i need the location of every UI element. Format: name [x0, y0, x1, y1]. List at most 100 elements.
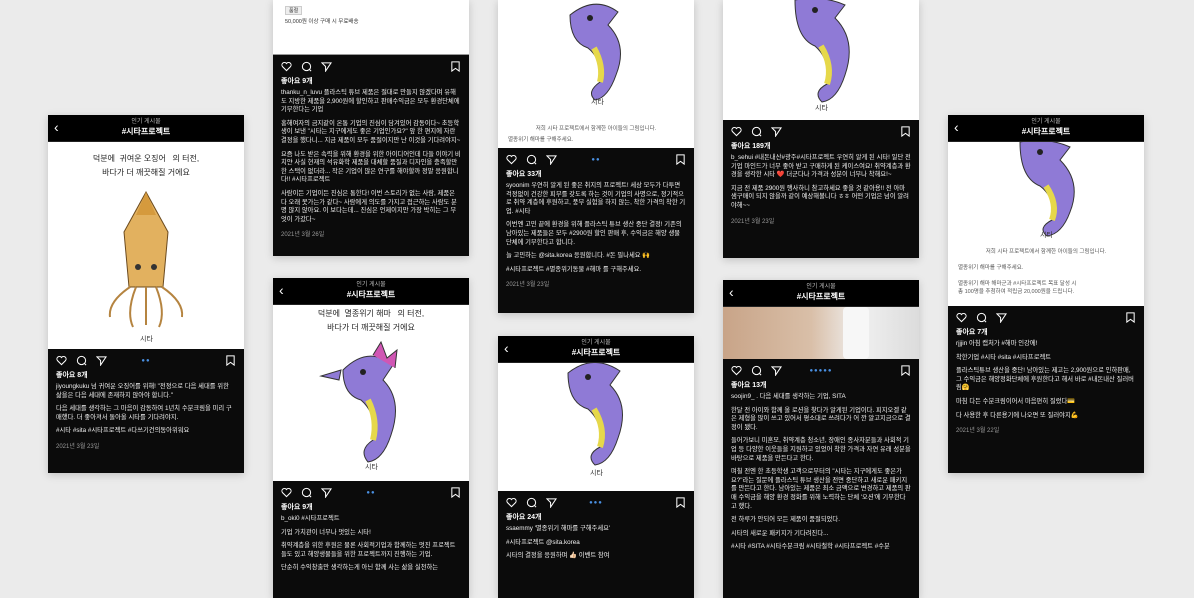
carousel-dots: ●●	[141, 358, 151, 364]
header-title: #시타프로젝트	[346, 290, 396, 299]
share-icon[interactable]	[771, 126, 782, 137]
comment-icon[interactable]	[751, 365, 762, 376]
header-title: #시타프로젝트	[121, 127, 171, 136]
share-icon[interactable]	[96, 355, 107, 366]
comment-icon[interactable]	[526, 154, 537, 165]
drawing-signature: 시타	[140, 335, 153, 343]
share-icon[interactable]	[321, 61, 332, 72]
action-bar: ●●●	[498, 491, 694, 513]
drawing-signature: 시타	[590, 469, 603, 477]
likes-count: 좋아요 7개	[956, 329, 988, 336]
bookmark-icon[interactable]	[450, 487, 461, 498]
likes-count: 좋아요 33개	[506, 171, 542, 178]
post-card-product[interactable]: 품절 50,000원 이상 구매 시 무료배송 좋아요 9개 thanku_n_…	[273, 0, 469, 256]
heart-icon[interactable]	[956, 312, 967, 323]
heart-icon[interactable]	[731, 126, 742, 137]
back-arrow-icon[interactable]: ‹	[54, 120, 59, 134]
share-icon[interactable]	[771, 365, 782, 376]
bookmark-icon[interactable]	[675, 154, 686, 165]
share-icon[interactable]	[546, 154, 557, 165]
header-title: #시타프로젝트	[1021, 127, 1071, 136]
post-caption: ssaemmy '멸종위기 해마를 구해주세요' #시타프로젝트 @sita.k…	[506, 525, 611, 560]
squid-drawing	[108, 190, 184, 328]
post-image-squid: 덕분에 귀여운 오징어 의 터전, 바다가 더 깨끗해질 거에요 시타	[48, 142, 244, 349]
action-bar: ●●	[273, 481, 469, 503]
post-date: 2021년 3월 23일	[506, 282, 550, 289]
seahorse-drawing	[319, 340, 398, 463]
bookmark-icon[interactable]	[675, 497, 686, 508]
action-bar: ●●	[48, 349, 244, 371]
post-image-seahorse: 시타	[498, 363, 694, 491]
comment-icon[interactable]	[301, 487, 312, 498]
post-card-squid[interactable]: ‹ 인기 게시물 #시타프로젝트 덕분에 귀여운 오징어 의 터전, 바다가 더…	[48, 115, 244, 473]
header-title: #시타프로젝트	[796, 292, 846, 301]
notice-line: 멸종위기 해마를 구해주세요.	[958, 265, 1024, 271]
post-header: ‹ 인기 게시물 #시타프로젝트	[498, 336, 694, 363]
bookmark-icon[interactable]	[450, 61, 461, 72]
heart-icon[interactable]	[281, 61, 292, 72]
header-subtitle: 인기 게시물	[581, 340, 611, 346]
back-arrow-icon[interactable]: ‹	[279, 283, 284, 297]
drawing-signature: 시타	[365, 463, 378, 471]
carousel-dots: ●●	[591, 157, 601, 163]
post-caption: rjjjin 아침 캡처가 #해마 인강에! 착한기업 #시타 #sita #시…	[956, 340, 1134, 419]
post-card-seahorse-3[interactable]: 시타 좋아요 189개 b_sehui #내돈내산#광주#시타프로젝트 우연히 …	[723, 0, 919, 258]
share-icon[interactable]	[321, 487, 332, 498]
action-bar	[723, 120, 919, 142]
bookmark-icon[interactable]	[1125, 312, 1136, 323]
action-bar: ●●	[498, 148, 694, 170]
notice-line: 멸종위기 해마를 구해주세요.	[508, 137, 574, 143]
share-icon[interactable]	[546, 497, 557, 508]
post-card-seahorse-text[interactable]: ‹ 인기 게시물 #시타프로젝트 덕분에 멸종위기 해마 의 터전, 바다가 더…	[273, 278, 469, 598]
action-bar	[273, 55, 469, 77]
back-arrow-icon[interactable]: ‹	[954, 120, 959, 134]
drawing-signature: 시타	[815, 104, 828, 112]
bookmark-icon[interactable]	[225, 355, 236, 366]
post-caption: b_sehui #내돈내산#광주#시타프로젝트 우연히 알게 된 시타! 일단 …	[731, 154, 911, 209]
product-info: 품절 50,000원 이상 구매 시 무료배송	[273, 0, 469, 42]
heart-icon[interactable]	[281, 487, 292, 498]
heart-icon[interactable]	[56, 355, 67, 366]
back-arrow-icon[interactable]: ‹	[729, 285, 734, 299]
post-date: 2021년 3월 23일	[731, 218, 775, 225]
likes-count: 좋아요 24개	[506, 514, 542, 521]
comment-icon[interactable]	[751, 126, 762, 137]
heart-icon[interactable]	[506, 497, 517, 508]
post-header: ‹ 인기 게시물 #시타프로젝트	[723, 280, 919, 307]
post-header: ‹ 인기 게시물 #시타프로젝트	[948, 115, 1144, 142]
heart-icon[interactable]	[506, 154, 517, 165]
heart-icon[interactable]	[731, 365, 742, 376]
likes-count: 좋아요 189개	[731, 143, 771, 150]
seahorse-drawing	[569, 3, 621, 101]
comment-icon[interactable]	[526, 497, 537, 508]
notice-line: 멸종위기 해마 해마군과 #시타프로젝트 목표 달성 시	[958, 281, 1077, 287]
header-subtitle: 인기 게시물	[356, 282, 386, 288]
post-image-seahorse: 덕분에 멸종위기 해마 의 터전, 바다가 더 깨끗해질 거에요 시타	[273, 305, 469, 481]
post-card-photo[interactable]: ‹ 인기 게시물 #시타프로젝트 ●●●●● 좋아요 13개 soojin9_ …	[723, 280, 919, 598]
post-photo-product-hand	[723, 307, 919, 359]
header-title: #시타프로젝트	[571, 348, 621, 357]
share-icon[interactable]	[996, 312, 1007, 323]
likes-count: 좋아요 9개	[281, 504, 313, 511]
post-header: ‹ 인기 게시물 #시타프로젝트	[273, 278, 469, 305]
comment-icon[interactable]	[976, 312, 987, 323]
drawing-signature: 시타	[1040, 231, 1053, 239]
post-card-seahorse-4[interactable]: ‹ 인기 게시물 #시타프로젝트 시타 저희 시타 프로젝트에서 함께한 아이들…	[948, 115, 1144, 473]
notice-line: 저희 시타 프로젝트에서 함께한 아이들의 그림입니다.	[535, 126, 657, 132]
back-arrow-icon[interactable]: ‹	[504, 341, 509, 355]
bookmark-icon[interactable]	[900, 365, 911, 376]
comment-icon[interactable]	[301, 61, 312, 72]
drawing-signature: 시타	[591, 98, 604, 106]
post-card-notice[interactable]: 시타 저희 시타 프로젝트에서 함께한 아이들의 그림입니다. 멸종위기 해마를…	[498, 0, 694, 313]
post-image-seahorse-top: 시타 저희 시타 프로젝트에서 함께한 아이들의 그림입니다. 멸종위기 해마를…	[498, 0, 694, 148]
seahorse-drawing	[794, 0, 850, 103]
header-subtitle: 인기 게시물	[131, 119, 161, 125]
post-card-seahorse-2[interactable]: ‹ 인기 게시물 #시타프로젝트 시타 ●●● 좋아요 24개 ssaemmy …	[498, 336, 694, 598]
post-date: 2021년 3월 22일	[956, 428, 1000, 435]
bookmark-icon[interactable]	[900, 126, 911, 137]
comment-icon[interactable]	[76, 355, 87, 366]
seahorse-drawing	[1019, 142, 1075, 237]
post-image-seahorse: 시타 저희 시타 프로젝트에서 함께한 아이들의 그림입니다. 멸종위기 해마를…	[948, 142, 1144, 306]
post-image-seahorse-top: 시타	[723, 0, 919, 120]
notice-line: 총 100명을 추첨하여 적립금 20,000원을 드립니다.	[958, 289, 1075, 295]
